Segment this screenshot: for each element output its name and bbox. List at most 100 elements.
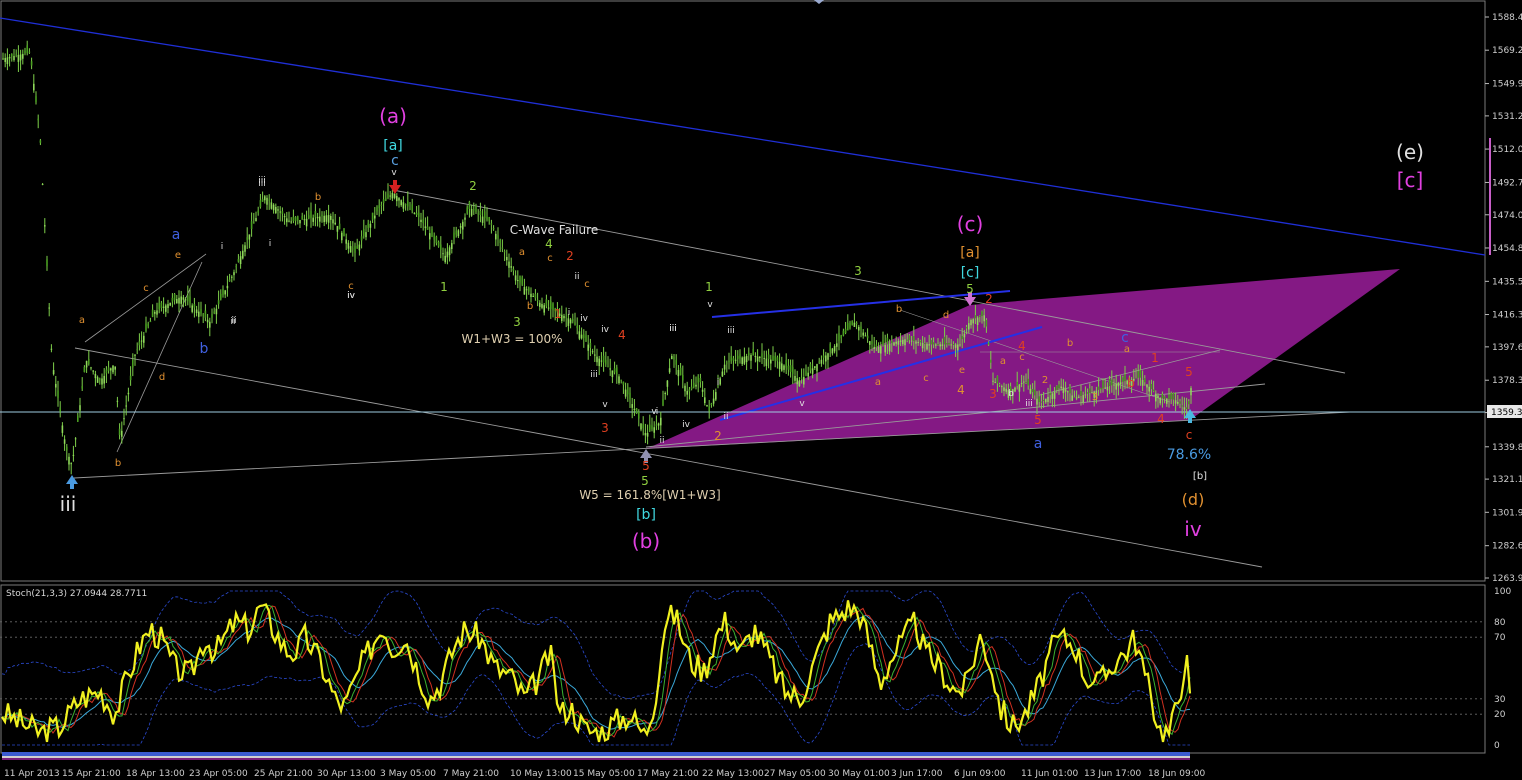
candle-body (41, 183, 44, 185)
candle-body (105, 369, 108, 374)
candle-body (752, 348, 754, 356)
candle-body (609, 368, 611, 370)
candle-body (492, 228, 495, 230)
candle-body (1148, 386, 1150, 392)
candle-body (290, 221, 292, 223)
candle-body (1080, 390, 1082, 396)
candle-body (77, 415, 79, 422)
candle-body (327, 215, 330, 223)
candle-body (888, 343, 891, 352)
candle-body (149, 321, 152, 323)
candle-body (946, 343, 948, 345)
candle-body (864, 335, 867, 337)
wave-label: c (584, 279, 590, 290)
candle-body (580, 334, 583, 339)
candle-body (686, 390, 688, 395)
wave-label: a (519, 247, 525, 258)
wave-label: [a] (383, 138, 403, 154)
wave-label: c (1186, 428, 1193, 442)
candle-body (228, 279, 231, 282)
candle-body (532, 295, 534, 297)
candle-body (484, 211, 486, 219)
candle-body (448, 247, 451, 256)
candle-body (253, 222, 255, 224)
candle-body (781, 363, 783, 371)
price-tick-label: 1435.5 (1492, 277, 1522, 287)
candle-body (827, 353, 829, 360)
candle-body (932, 342, 935, 345)
candle-body (198, 311, 200, 317)
candle-body (103, 375, 105, 384)
candle-body (688, 389, 691, 392)
candle-body (875, 344, 878, 348)
wave-label: a (1034, 436, 1043, 452)
candle-body (28, 51, 31, 53)
candle-body (246, 237, 248, 240)
candle-body (347, 242, 350, 249)
candle-body (286, 218, 288, 223)
candle-body (682, 374, 684, 381)
candle-body (1003, 387, 1005, 391)
candle-body (979, 315, 981, 317)
candle-body (829, 343, 831, 352)
wave-label: b (1067, 338, 1073, 349)
candle-body (534, 294, 537, 299)
candle-body (118, 428, 121, 436)
candle-body (360, 236, 363, 241)
candle-body (178, 297, 180, 304)
time-tick-label: 30 Apr 13:00 (317, 769, 376, 779)
candle-body (281, 211, 284, 214)
candle-body (816, 364, 818, 372)
candle-body (455, 230, 457, 235)
candle-body (1108, 379, 1111, 387)
candle-body (462, 221, 464, 230)
candle-body (11, 54, 13, 57)
candle-body (165, 305, 167, 312)
candle-body (444, 255, 446, 263)
candle-body (785, 360, 787, 368)
wave-label: c (1019, 352, 1025, 363)
candle-body (1135, 377, 1137, 379)
wave-label: 5 (642, 459, 650, 473)
candle-body (902, 339, 904, 345)
candle-body (330, 215, 332, 220)
wave-label: (a) (379, 104, 407, 128)
candle-body (523, 287, 526, 295)
candle-body (301, 216, 303, 220)
candle-body (211, 314, 213, 318)
candle-body (906, 339, 908, 341)
candle-body (369, 223, 372, 228)
candle-body (404, 204, 407, 206)
wave-label: i (568, 308, 571, 318)
candle-body (176, 299, 178, 304)
candle-body (398, 198, 400, 201)
wave-label: iii (669, 324, 677, 334)
candle-body (378, 205, 380, 209)
candle-body (1053, 391, 1056, 399)
wave-label: e (959, 365, 965, 376)
price-tick-label: 1531.2 (1492, 112, 1522, 122)
candle-body (321, 214, 323, 217)
wave-label: 2 (566, 249, 574, 263)
candle-body (765, 358, 768, 367)
candle-body (389, 195, 391, 197)
wave-label: 4 (618, 328, 626, 342)
candle-body (1067, 391, 1069, 393)
candle-body (303, 219, 306, 221)
candle-body (1115, 383, 1117, 390)
candle-body (204, 310, 207, 318)
candle-body (79, 405, 81, 411)
candle-body (1166, 398, 1168, 404)
chart-stage: (a)[a]cviiiiiibaceabdbiiiiiiivciv2134c 2a… (0, 0, 1522, 780)
candle-body (1045, 398, 1047, 403)
candle-body (519, 275, 521, 283)
candle-body (459, 226, 462, 228)
wave-label: 4 (1157, 412, 1165, 426)
candle-body (772, 355, 774, 361)
candle-body (1005, 388, 1007, 392)
candle-body (1155, 393, 1157, 402)
candle-body (624, 389, 627, 397)
candle-body (121, 430, 123, 437)
candle-body (195, 309, 198, 314)
candle-body (279, 211, 281, 213)
